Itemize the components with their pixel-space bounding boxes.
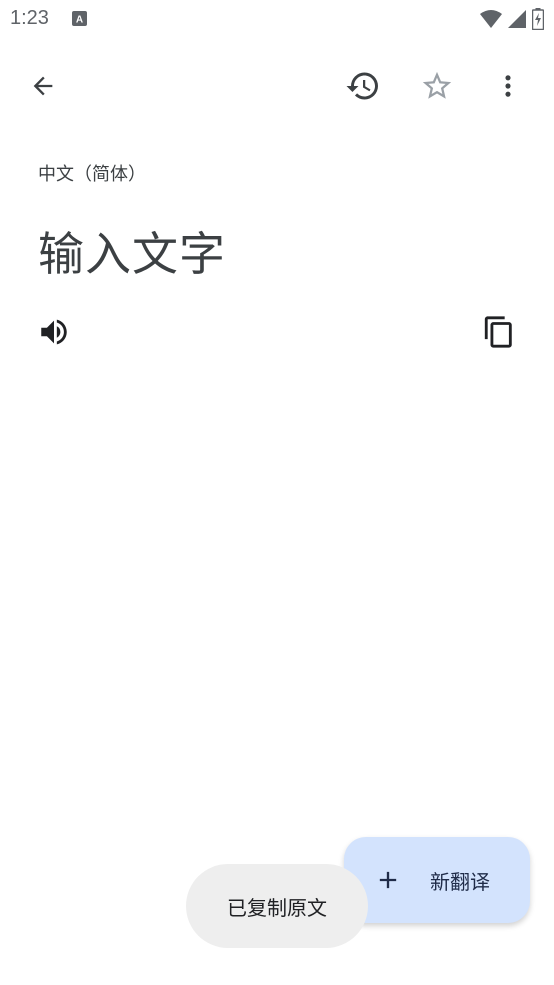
favorite-button[interactable] xyxy=(413,62,461,110)
speak-button[interactable] xyxy=(32,310,76,354)
copy-icon xyxy=(484,316,512,348)
more-vert-icon xyxy=(505,75,511,97)
volume-up-icon xyxy=(41,319,67,345)
copy-button[interactable] xyxy=(477,310,521,354)
arrow-back-icon xyxy=(33,76,53,96)
source-language-label: 中文（简体） xyxy=(38,164,146,185)
svg-text:A: A xyxy=(76,15,83,26)
new-translation-label: 新翻译 xyxy=(430,870,490,894)
history-button[interactable] xyxy=(339,62,387,110)
history-icon xyxy=(346,72,378,100)
signal-icon xyxy=(508,10,526,28)
new-translation-button[interactable]: 新翻译 xyxy=(344,837,530,923)
star-outline-icon xyxy=(422,71,452,99)
source-text[interactable]: 输入文字 xyxy=(38,218,226,284)
text-a-icon: A xyxy=(72,11,87,26)
copied-toast: 已复制原文 xyxy=(186,864,368,948)
status-icons xyxy=(480,8,544,30)
status-bar: 1:23 A xyxy=(0,0,554,38)
back-button[interactable] xyxy=(19,62,67,110)
plus-icon xyxy=(379,871,397,889)
wifi-icon xyxy=(480,10,502,28)
toast-message: 已复制原文 xyxy=(227,895,327,920)
status-time: 1:23 xyxy=(10,7,49,29)
more-options-button[interactable] xyxy=(484,62,532,110)
battery-charging-icon xyxy=(532,8,544,30)
top-toolbar xyxy=(0,56,554,116)
